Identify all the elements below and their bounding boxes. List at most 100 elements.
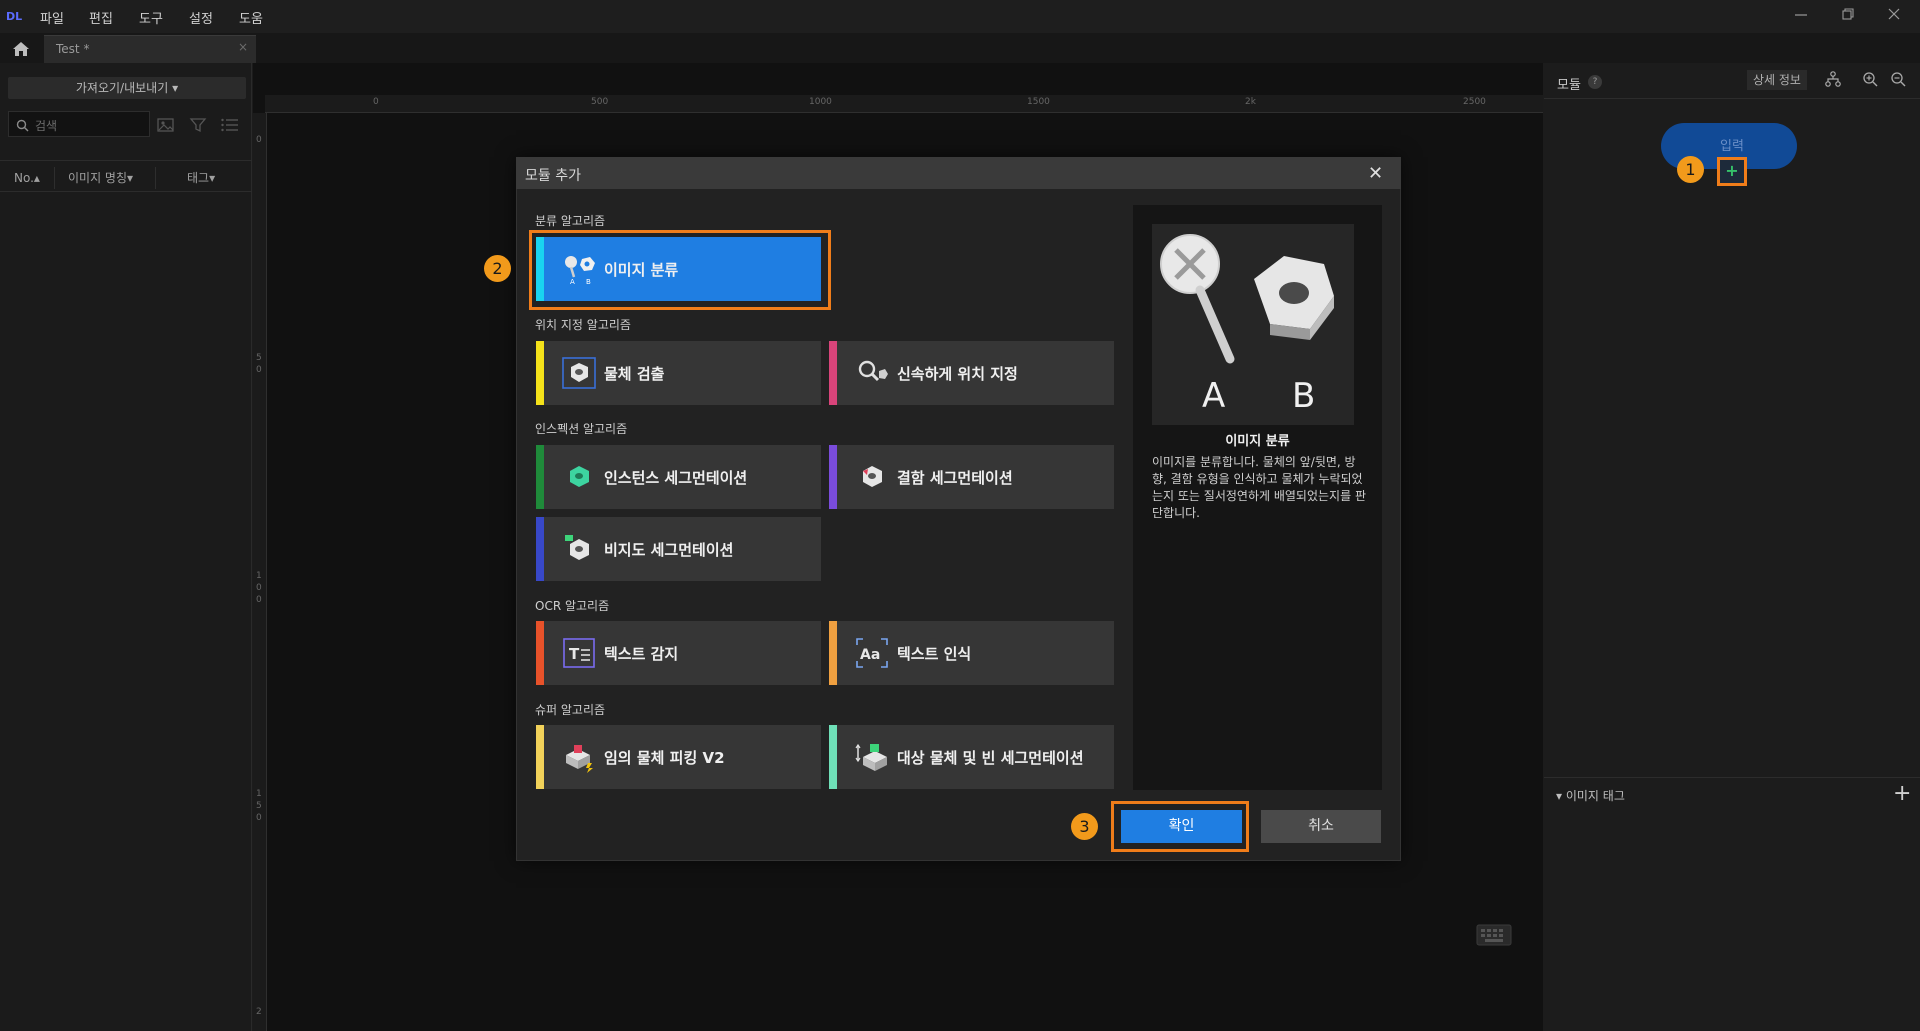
ruler-tick: 500 (591, 97, 609, 107)
ruler-tick: 0 (256, 583, 262, 593)
step-badge-3: 3 (1071, 813, 1098, 840)
algo-label: 텍스트 인식 (897, 645, 972, 663)
column-tag[interactable]: 태그▾ (187, 165, 215, 191)
svg-text:Aa: Aa (860, 647, 880, 663)
home-icon[interactable] (10, 39, 32, 59)
algo-object-bin-segmentation-button[interactable]: 대상 물체 및 빈 세그먼테이션 (829, 725, 1114, 789)
ruler-tick: 1500 (1027, 97, 1050, 107)
ruler-horizontal: 0 500 1000 1500 2k 2500 (265, 95, 1543, 113)
defect-segmentation-icon (855, 461, 889, 493)
divider (1544, 98, 1920, 99)
menu-help[interactable]: 도움 (239, 8, 263, 27)
close-window-icon[interactable] (1886, 6, 1902, 26)
module-panel (1544, 63, 1920, 1031)
category-classification: 분류 알고리즘 (535, 214, 606, 228)
text-recognition-icon: Aa (855, 637, 889, 669)
algo-label: 신속하게 위치 지정 (897, 365, 1018, 383)
svg-text:DLK: DLK (6, 10, 23, 23)
ruler-tick: 1 (256, 789, 262, 799)
module-panel-title: 모듈 (1557, 78, 1581, 93)
add-tag-button[interactable]: + (1893, 781, 1911, 806)
zoom-out-icon[interactable] (1890, 71, 1906, 91)
preview-image: A B (1152, 224, 1354, 425)
algo-color-stripe (829, 341, 837, 405)
algo-text-recognition-button[interactable]: Aa 텍스트 인식 (829, 621, 1114, 685)
category-localization: 위치 지정 알고리즘 (535, 318, 631, 332)
divider (0, 160, 252, 161)
menu-edit[interactable]: 편집 (89, 8, 113, 27)
minimize-icon[interactable] (1793, 6, 1809, 26)
ruler-tick: 2k (1245, 97, 1256, 107)
column-no[interactable]: No.▴ (14, 165, 40, 191)
menu-settings[interactable]: 설정 (189, 8, 213, 27)
category-inspection: 인스펙션 알고리즘 (535, 422, 628, 436)
restore-icon[interactable] (1840, 6, 1856, 26)
step-badge-1: 1 (1677, 156, 1704, 183)
ruler-tick: 0 (256, 813, 262, 823)
algo-label: 대상 물체 및 빈 세그먼테이션 (897, 749, 1084, 767)
image-filter-icon[interactable] (157, 117, 177, 137)
algo-color-stripe (536, 445, 544, 509)
ruler-tick: 5 (256, 801, 262, 811)
object-detection-icon (562, 357, 596, 389)
arbitrary-picking-icon (562, 741, 596, 773)
hierarchy-icon[interactable] (1825, 71, 1841, 91)
list-view-icon[interactable] (220, 117, 240, 137)
ruler-tick: 0 (256, 365, 262, 375)
detail-info-button[interactable]: 상세 정보 (1747, 70, 1807, 90)
algo-label: 인스턴스 세그먼테이션 (604, 469, 748, 487)
preview-description: 이미지를 분류합니다. 물체의 앞/뒷면, 방향, 결함 유형을 인식하고 물체… (1152, 455, 1366, 520)
ruler-tick: 2 (256, 1007, 262, 1017)
algo-text-detection-button[interactable]: T 텍스트 감지 (536, 621, 821, 685)
divider (54, 167, 55, 189)
preview-label-a: A (1202, 376, 1226, 416)
tag-filter-icon[interactable] (189, 117, 209, 137)
svg-text:T: T (569, 645, 580, 663)
search-icon (16, 117, 29, 136)
keyboard-icon[interactable] (1476, 924, 1512, 946)
step-badge-2: 2 (484, 255, 511, 282)
category-super: 슈퍼 알고리즘 (535, 703, 606, 717)
preview-title: 이미지 분류 (1225, 434, 1290, 449)
object-bin-segmentation-icon (855, 741, 889, 773)
category-ocr: OCR 알고리즘 (535, 599, 610, 613)
ruler-tick: 1 (256, 571, 262, 581)
help-icon[interactable]: ? (1588, 75, 1602, 89)
text-detection-icon: T (562, 637, 596, 669)
algo-arbitrary-picking-button[interactable]: 임의 물체 피킹 V2 (536, 725, 821, 789)
ruler-tick: 5 (256, 353, 262, 363)
algo-fast-positioning-button[interactable]: 신속하게 위치 지정 (829, 341, 1114, 405)
instance-segmentation-icon (562, 461, 596, 493)
tab-close-icon[interactable]: × (238, 40, 248, 54)
add-module-button[interactable]: + (1717, 157, 1747, 186)
algo-color-stripe (536, 725, 544, 789)
algo-color-stripe (536, 621, 544, 685)
zoom-in-icon[interactable] (1862, 71, 1878, 91)
input-module-label: 입력 (1720, 139, 1744, 154)
image-tag-section-header[interactable]: ▾ 이미지 태그 (1556, 787, 1625, 804)
divider (1544, 777, 1920, 778)
dialog-close-icon[interactable]: ✕ (1368, 163, 1383, 184)
algo-object-detection-button[interactable]: 물체 검출 (536, 341, 821, 405)
algo-instance-segmentation-button[interactable]: 인스턴스 세그먼테이션 (536, 445, 821, 509)
tab-bar (0, 33, 1920, 63)
algo-label: 임의 물체 피킹 V2 (604, 749, 725, 767)
confirm-button[interactable]: 확인 (1121, 810, 1242, 843)
algo-defect-segmentation-button[interactable]: 결함 세그먼테이션 (829, 445, 1114, 509)
algo-unsupervised-segmentation-button[interactable]: 비지도 세그먼테이션 (536, 517, 821, 581)
search-input[interactable]: 검색 (8, 111, 150, 137)
fast-positioning-icon (855, 357, 889, 389)
menu-file[interactable]: 파일 (40, 8, 64, 27)
tab-test[interactable]: Test * × (44, 35, 256, 63)
import-export-button[interactable]: 가져오기/내보내기 ▾ (8, 77, 246, 99)
tab-label: Test * (56, 42, 90, 56)
column-image-name[interactable]: 이미지 명칭▾ (68, 165, 133, 191)
algo-label: 물체 검출 (604, 365, 665, 383)
preview-label-b: B (1292, 376, 1316, 416)
algo-label: 비지도 세그먼테이션 (604, 541, 734, 559)
algo-color-stripe (829, 725, 837, 789)
menu-bar (0, 0, 1920, 33)
menu-tools[interactable]: 도구 (139, 8, 163, 27)
cancel-button[interactable]: 취소 (1261, 810, 1381, 843)
divider (0, 191, 252, 192)
